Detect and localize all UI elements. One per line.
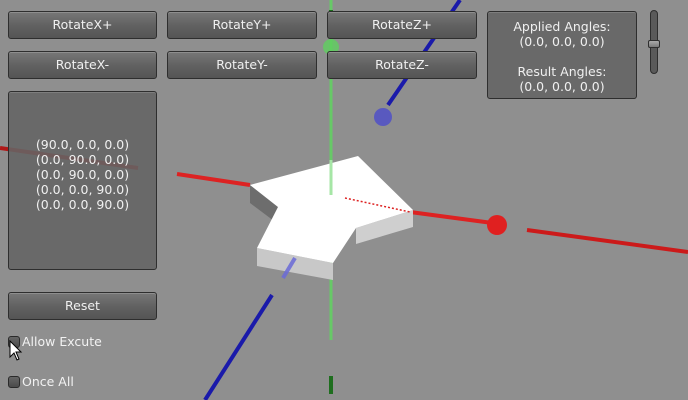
slider-thumb[interactable] (648, 40, 660, 48)
rotate-x-minus-button[interactable]: RotateX- (8, 51, 157, 79)
list-item: (0.0, 0.0, 90.0) (35, 182, 130, 197)
once-all-toggle[interactable]: Once All (8, 374, 98, 390)
mouse-cursor-icon (9, 340, 23, 361)
result-angles-value: (0.0, 0.0, 0.0) (519, 79, 605, 94)
once-all-label: Once All (22, 374, 74, 389)
list-item: (0.0, 0.0, 90.0) (35, 197, 130, 212)
checkbox-icon[interactable] (8, 376, 20, 388)
angles-info-panel: Applied Angles: (0.0, 0.0, 0.0) Result A… (487, 11, 637, 99)
rotate-z-minus-button[interactable]: RotateZ- (327, 51, 477, 79)
list-item: (0.0, 90.0, 0.0) (35, 152, 130, 167)
vertical-slider[interactable] (648, 10, 660, 74)
list-item: (90.0, 0.0, 0.0) (35, 137, 130, 152)
applied-angles-value: (0.0, 0.0, 0.0) (519, 34, 605, 49)
result-angles-label: Result Angles: (517, 64, 607, 79)
applied-angles-label: Applied Angles: (513, 19, 611, 34)
list-item: (0.0, 90.0, 0.0) (35, 167, 130, 182)
allow-execute-label: Allow Excute (22, 334, 102, 349)
rotate-x-plus-button[interactable]: RotateX+ (8, 11, 157, 39)
angles-list: (90.0, 0.0, 0.0) (0.0, 90.0, 0.0) (0.0, … (9, 137, 156, 212)
allow-execute-toggle[interactable]: Allow Excute (8, 334, 118, 350)
rotate-z-plus-button[interactable]: RotateZ+ (327, 11, 477, 39)
z-axis-handle (374, 108, 392, 126)
rotate-y-plus-button[interactable]: RotateY+ (167, 11, 317, 39)
reset-button[interactable]: Reset (8, 292, 157, 320)
rotate-y-minus-button[interactable]: RotateY- (167, 51, 317, 79)
x-axis-handle (487, 215, 507, 235)
angles-list-panel: (90.0, 0.0, 0.0) (0.0, 90.0, 0.0) (0.0, … (8, 91, 157, 270)
